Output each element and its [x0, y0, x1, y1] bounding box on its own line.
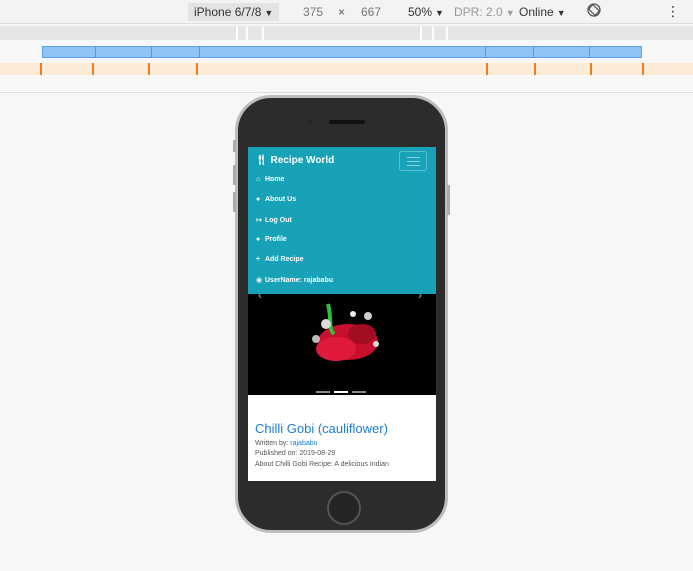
- width-input[interactable]: 375: [303, 4, 323, 20]
- recipe-card: Chilli Gobi (cauliflower) Written by: ra…: [248, 395, 436, 470]
- user-icon: ●: [256, 236, 261, 243]
- recipe-title[interactable]: Chilli Gobi (cauliflower): [255, 421, 429, 436]
- power-button: [447, 185, 450, 215]
- indicator[interactable]: [352, 391, 366, 393]
- navbar-toggler-button[interactable]: [399, 151, 427, 171]
- divider: [0, 92, 693, 93]
- media-query-bar-min-width[interactable]: [0, 63, 693, 75]
- nav-item-username[interactable]: ◉ UserName: rajababu: [256, 276, 333, 284]
- network-throttle-select[interactable]: Online ▼: [519, 4, 566, 21]
- nav-item-home[interactable]: ⌂ Home: [256, 176, 284, 183]
- dpr-select[interactable]: DPR: 2.0 ▼: [454, 4, 515, 21]
- author-link[interactable]: rajababu: [290, 440, 317, 447]
- nav-item-label: Add Recipe: [265, 256, 304, 263]
- camera-icon: [308, 119, 312, 123]
- device-screen: 🍴︎ Recipe World ⌂ Home ● About Us ↦ Log Out…: [248, 147, 436, 481]
- utensils-icon: 🍴︎: [255, 155, 268, 166]
- nav-item-add-recipe[interactable]: + Add Recipe: [256, 256, 304, 263]
- chevron-down-icon: ▼: [556, 8, 566, 18]
- media-query-bar-max-width[interactable]: [0, 26, 693, 40]
- written-by-label: Written by:: [255, 440, 289, 447]
- recipe-author-line: Written by: rajababu: [255, 439, 429, 449]
- plus-icon: +: [256, 256, 261, 263]
- dpr-value: DPR: 2.0: [454, 5, 503, 19]
- indicator[interactable]: [316, 391, 330, 393]
- device-name: iPhone 6/7/8: [194, 5, 262, 19]
- device-toolbar: iPhone 6/7/8 ▼ 375 × 667 50% ▼ DPR: 2.0 ▼ O…: [0, 0, 693, 24]
- speaker-grille: [329, 120, 365, 124]
- users-icon: ●: [256, 196, 261, 203]
- brand-label: Recipe World: [270, 155, 335, 166]
- zoom-value: 50%: [408, 5, 433, 19]
- logout-icon: ↦: [256, 217, 262, 224]
- nav-item-label: UserName: rajababu: [265, 277, 334, 284]
- recipe-description: About Chilli Gobi Recipe: A delicious In…: [255, 461, 389, 468]
- device-select[interactable]: iPhone 6/7/8 ▼: [188, 3, 280, 21]
- nav-item-profile[interactable]: ● Profile: [256, 236, 287, 243]
- volume-down-button: [233, 192, 236, 212]
- rotate-icon: [587, 3, 601, 17]
- volume-up-button: [233, 165, 236, 185]
- navbar: 🍴︎ Recipe World ⌂ Home ● About Us ↦ Log Out…: [248, 147, 436, 294]
- home-icon: ⌂: [256, 176, 261, 183]
- brand-link[interactable]: 🍴︎ Recipe World: [255, 155, 334, 166]
- nav-item-log-out[interactable]: ↦ Log Out: [256, 216, 292, 224]
- chevron-down-icon: ▼: [435, 8, 444, 18]
- recipe-carousel[interactable]: ‹ ›: [248, 288, 436, 395]
- nav-item-about-us[interactable]: ● About Us: [256, 196, 296, 203]
- nav-item-label: Home: [265, 176, 285, 183]
- mute-switch: [233, 140, 236, 152]
- more-options-icon[interactable]: ⋮: [666, 3, 680, 19]
- height-input[interactable]: 667: [361, 4, 381, 20]
- nav-item-label: About Us: [265, 196, 297, 203]
- rotate-button[interactable]: [586, 2, 602, 22]
- indicator-active[interactable]: [334, 391, 348, 393]
- nav-item-label: Log Out: [265, 217, 292, 224]
- chevron-down-icon: ▼: [505, 8, 515, 18]
- home-button: [327, 491, 361, 525]
- nav-item-label: Profile: [265, 236, 287, 243]
- zoom-select[interactable]: 50% ▼: [408, 4, 444, 21]
- chevron-down-icon: ▼: [264, 8, 274, 18]
- published-date: Published on: 2019-08-29: [255, 450, 336, 457]
- user-circle-icon: ◉: [256, 277, 263, 284]
- network-value: Online: [519, 5, 554, 19]
- media-query-bar-min-max[interactable]: [42, 46, 642, 58]
- chilli-gobi-image: [312, 303, 379, 361]
- dimension-separator: ×: [338, 5, 346, 19]
